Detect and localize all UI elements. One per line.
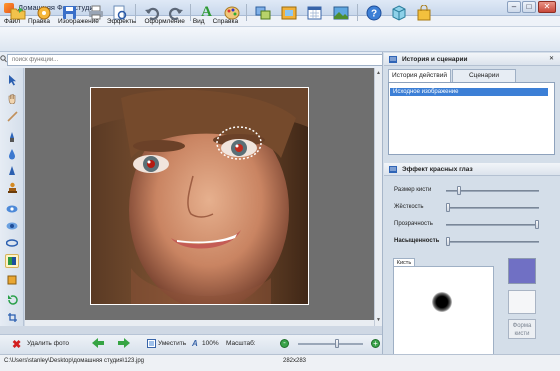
transparency-slider-track[interactable] [446,224,539,226]
next-arrow-icon[interactable] [118,338,130,350]
svg-text:?: ? [370,8,376,19]
vertical-scrollbar[interactable]: ▲ ▼ [374,68,382,326]
tool-palette [0,68,24,326]
calendar-icon[interactable] [305,3,324,22]
status-file-path: C:\Users\stanley\Desktop\домашняя студия… [4,358,145,364]
frame-icon[interactable] [279,3,298,22]
photo-portrait[interactable] [90,87,309,305]
brush-size-slider[interactable] [456,186,461,195]
delete-icon[interactable]: ✖ [12,338,21,351]
toolbar-separator [357,4,358,21]
maximize-button[interactable]: □ [522,1,536,13]
undo-icon[interactable] [142,3,161,22]
oval-tool-icon[interactable] [5,236,19,250]
status-image-size: 282x283 [283,358,307,364]
history-item-original[interactable]: Исходное изображение [390,88,548,96]
toolbar [0,27,560,52]
brush-form-button[interactable]: Форма кисти [508,319,536,339]
collage-icon[interactable] [253,3,272,22]
brush-dot [432,292,452,312]
delete-photo-button[interactable]: Удалить фото [27,340,69,347]
panel-close-icon[interactable]: ✕ [549,55,554,62]
zoom-slider-track[interactable] [298,343,363,345]
transparency-label: Прозрачность [394,221,433,227]
pointer-tool-icon[interactable] [5,73,19,87]
open-folder-icon[interactable] [8,3,27,22]
brush-color-swatch[interactable] [508,258,536,284]
lens-tool-icon[interactable] [5,219,19,233]
rotate-tool-icon[interactable] [5,292,19,306]
toolbar-separator [246,4,247,21]
hardness-slider[interactable] [446,203,450,212]
zoom-slider[interactable] [334,339,339,348]
tab-history[interactable]: История действий [388,69,451,82]
brush-tool-icon[interactable] [5,130,19,144]
tab-scenarios[interactable]: Сценарии [452,69,516,82]
color-square-tool-icon[interactable] [5,273,19,287]
brush-preview [393,266,494,355]
help-icon[interactable]: ? [364,3,383,22]
catalog-icon[interactable] [34,3,53,22]
postcard-icon[interactable] [331,3,350,22]
redo-icon[interactable] [166,3,185,22]
effect-panel-title: Эффект красных глаз [402,166,473,173]
scroll-up-icon[interactable]: ▲ [376,70,381,76]
panel-list-icon [389,56,397,63]
close-button[interactable]: ✕ [538,1,556,13]
toolbar-separator [135,4,136,21]
horizontal-scrollbar[interactable] [25,320,374,326]
saturation-slider[interactable] [446,237,450,246]
fit-button[interactable]: Уместить [158,340,186,347]
split-view-tool-icon[interactable] [5,254,19,268]
transparency-slider[interactable] [535,220,539,229]
minimize-button[interactable]: – [507,1,521,13]
search-input[interactable] [7,54,383,66]
hand-tool-icon[interactable] [5,91,19,105]
palette-icon[interactable] [222,3,241,22]
scroll-down-icon[interactable]: ▼ [376,317,381,323]
crop-tool-icon[interactable] [5,310,19,324]
eye-tool-icon[interactable] [5,202,19,216]
hardness-slider-track[interactable] [446,207,539,209]
saturation-label: Насыщенность [394,238,440,244]
print-icon[interactable] [86,3,105,22]
zoom-100-button[interactable]: 100% [202,340,219,347]
zoom-out-icon[interactable]: - [280,339,289,348]
scale-label: Масштаб: [226,340,256,347]
stamp-tool-icon[interactable] [5,181,19,195]
text-icon[interactable]: A [197,3,216,22]
toolbar-separator [190,4,191,21]
saturation-slider-track[interactable] [446,241,539,243]
shop-bag-icon[interactable] [414,3,433,22]
save-icon[interactable] [60,3,79,22]
drop-tool-icon[interactable] [5,147,19,161]
history-panel-title: История и сценарии [402,56,468,63]
package-icon[interactable] [389,3,408,22]
prev-arrow-icon[interactable] [92,338,104,350]
preview-icon[interactable] [110,3,129,22]
brush-form-box[interactable] [508,290,536,314]
crop-diagonal-tool-icon[interactable] [5,109,19,123]
fit-icon[interactable] [147,339,156,350]
zoom-100-icon: A [192,339,198,348]
sharpen-tool-icon[interactable] [5,164,19,178]
zoom-in-icon[interactable]: + [371,339,380,348]
panel-list-icon [389,166,397,173]
search-icon [0,55,7,63]
brush-size-label: Размер кисти [394,187,432,193]
hardness-label: Жёсткость [394,204,424,210]
